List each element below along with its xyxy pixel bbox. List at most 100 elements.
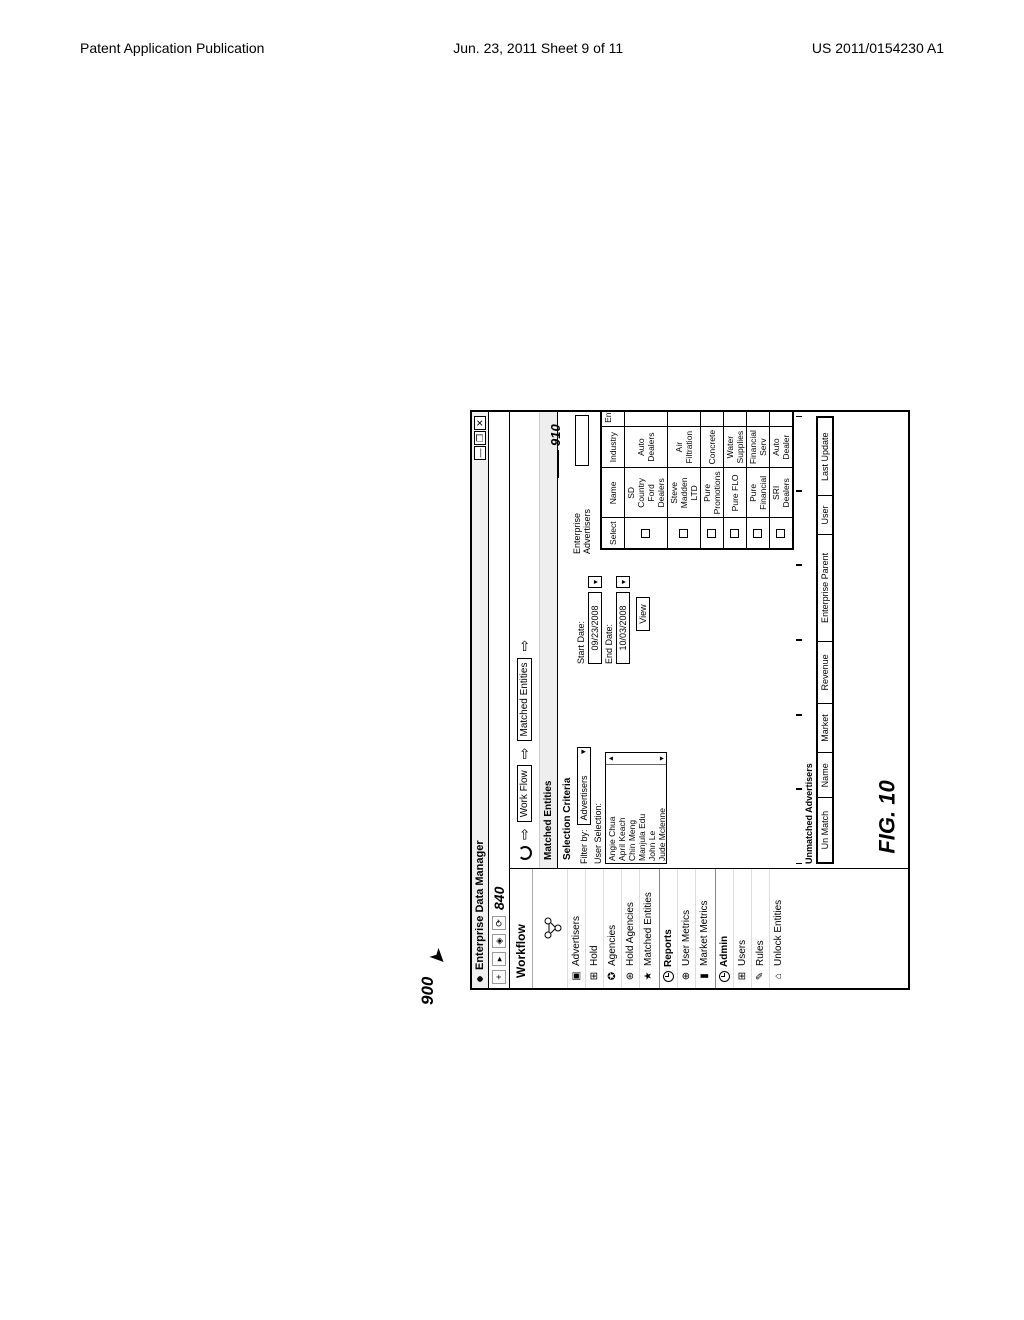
sidebar-icon: ▮ [699, 970, 710, 982]
main-panel: ⇨ Work Flow ⇨ Matched Entities ⇨ Matched… [510, 412, 908, 868]
row-checkbox[interactable] [776, 529, 785, 538]
cell-name: Steve Madden LTD [668, 468, 701, 518]
table-row: Pure FinancialFinancial Serv120 [747, 412, 770, 549]
cell-eid: 120 [747, 412, 770, 426]
breadcrumb: ⇨ Work Flow ⇨ Matched Entities ⇨ [510, 412, 540, 868]
window-title: Enterprise Data Manager [474, 840, 486, 970]
sidebar-icon: ▣ [571, 970, 582, 982]
table-row: SRI DealersAuto Dealer121 [770, 412, 793, 549]
cell-eid: 119 [724, 412, 747, 426]
breadcrumb-workflow[interactable]: Work Flow [517, 765, 532, 822]
sidebar-item-label: Matched Entities [643, 892, 654, 966]
sidebar-icon: ⊕ [681, 970, 692, 982]
sidebar-icon: ✪ [607, 970, 618, 982]
start-date-picker-button[interactable]: ▾ [588, 576, 602, 588]
close-button[interactable]: ✕ [474, 416, 486, 430]
column-header[interactable]: Enterprise Parent [818, 534, 833, 642]
lookup-input[interactable] [575, 415, 589, 466]
table-row: Pure PromotionsConcrete117 [701, 412, 724, 549]
arrow-icon: ⇨ [516, 747, 533, 759]
column-header[interactable]: Last Update [818, 418, 833, 496]
end-date-picker-button[interactable]: ▾ [616, 576, 630, 588]
row-checkbox[interactable] [641, 529, 650, 538]
scroll-up-icon[interactable]: ▴ [606, 757, 615, 761]
table-row: Pure FLOWater Supplies119 [724, 412, 747, 549]
enterprise-advertisers-label: Enterprise Advertisers [572, 476, 592, 554]
user-selection-listbox[interactable]: Angie ChuaApril KeachChin MengManjula Ed… [605, 752, 667, 864]
cell-industry: Auto Dealer [770, 426, 793, 468]
column-header[interactable]: Name [602, 468, 625, 518]
row-checkbox[interactable] [730, 529, 739, 538]
column-header[interactable]: User [818, 496, 833, 534]
app-icon [475, 974, 485, 984]
sidebar-icon: ⊞ [737, 970, 748, 982]
row-checkbox[interactable] [679, 529, 688, 538]
column-header[interactable]: Enterprise ID [602, 412, 625, 426]
column-header[interactable]: Select [602, 518, 625, 549]
column-header[interactable]: Name [818, 753, 833, 798]
sidebar-item-unlock-entities[interactable]: ⌂ Unlock Entities [769, 869, 787, 988]
window: Enterprise Data Manager — ❐ ✕ + ▸ ◈ ⟳ 84… [470, 410, 910, 990]
column-header[interactable]: Un Match [818, 798, 833, 863]
start-date-input[interactable]: 09/23/2008 [588, 592, 602, 664]
nav-button[interactable]: ▸ [492, 952, 506, 966]
sidebar-item-agencies[interactable]: ✪Agencies [603, 869, 621, 988]
sidebar-icon: ⌂ [773, 970, 784, 982]
row-checkbox[interactable] [753, 529, 762, 538]
advertisers-table: SelectNameIndustryEnterprise ID SD Count… [600, 412, 794, 550]
arrow-icon: ⇨ [516, 828, 533, 840]
cell-industry: Concrete [701, 426, 724, 468]
ref-840-label: 840 [491, 887, 507, 910]
list-item[interactable]: April Keach [617, 767, 627, 861]
column-header[interactable]: Industry [602, 426, 625, 468]
selection-criteria-label: Selection Criteria [560, 674, 575, 864]
sidebar-item-hold[interactable]: ⊞Hold [585, 869, 603, 988]
cell-eid: 121 [770, 412, 793, 426]
layers-button[interactable]: ◈ [492, 934, 506, 948]
end-date-input[interactable]: 10/03/2008 [616, 592, 630, 664]
refresh-button[interactable]: ⟳ [492, 916, 506, 930]
sidebar-item-hold-agencies[interactable]: ⊛Hold Agencies [621, 869, 639, 988]
column-header[interactable]: Revenue [818, 642, 833, 703]
list-item[interactable]: Jude Mclenne [657, 767, 667, 861]
user-selection-label: User Selection: [593, 803, 603, 864]
patent-number-label: US 2011/0154230 A1 [812, 40, 944, 56]
list-item[interactable]: Angie Chua [607, 767, 617, 861]
listbox-scrollbar[interactable]: ▴▾ [606, 753, 666, 765]
app-window-container: 900 ➤ Enterprise Data Manager — ❐ ✕ + ▸ … [470, 410, 910, 990]
list-item[interactable]: Chin Meng [627, 767, 637, 861]
spinner-icon [518, 846, 532, 860]
sidebar-item-label: Hold Agencies [625, 902, 636, 966]
sidebar-workflow-header[interactable]: Workflow [510, 869, 533, 988]
cluster-icon [537, 869, 567, 988]
column-header[interactable]: Market [818, 703, 833, 753]
list-item[interactable]: John Le [647, 767, 657, 861]
filter-by-select[interactable]: Advertisers [577, 747, 591, 825]
end-date-label: End Date: [604, 624, 614, 664]
sidebar-item-matched-entities[interactable]: ★ Matched Entities [639, 869, 657, 988]
view-button[interactable]: View [636, 597, 650, 630]
sidebar-item-rules[interactable]: ✎Rules [751, 869, 769, 988]
cell-eid: 82 [625, 412, 668, 426]
sidebar-item-admin[interactable]: Admin [715, 869, 733, 988]
sidebar-item-users[interactable]: ⊞Users [733, 869, 751, 988]
sidebar-item-market-metrics[interactable]: ▮Market Metrics [695, 869, 713, 988]
sidebar-item-label: Reports [663, 929, 674, 967]
maximize-button[interactable]: ❐ [474, 431, 486, 445]
breadcrumb-matched[interactable]: Matched Entities [517, 658, 532, 742]
date-sheet-label: Jun. 23, 2011 Sheet 9 of 11 [453, 40, 623, 56]
sidebar-item-label: Unlock Entities [773, 900, 784, 966]
add-button[interactable]: + [492, 970, 506, 984]
sidebar-item-reports[interactable]: Reports [659, 869, 677, 988]
scroll-down-icon[interactable]: ▾ [657, 757, 666, 761]
unmatched-chip: Unmatched Advertisers [804, 416, 814, 864]
row-checkbox[interactable] [707, 529, 716, 538]
sidebar-item-advertisers[interactable]: ▣Advertisers [567, 869, 585, 988]
minimize-button[interactable]: — [474, 446, 486, 460]
column-resizers[interactable] [796, 416, 800, 864]
figure-label: FIG. 10 [874, 780, 900, 853]
sidebar-item-user-metrics[interactable]: ⊕User Metrics [677, 869, 695, 988]
sidebar-icon: ★ [643, 970, 654, 982]
cell-eid: 117 [701, 412, 724, 426]
list-item[interactable]: Manjula Edu [637, 767, 647, 861]
